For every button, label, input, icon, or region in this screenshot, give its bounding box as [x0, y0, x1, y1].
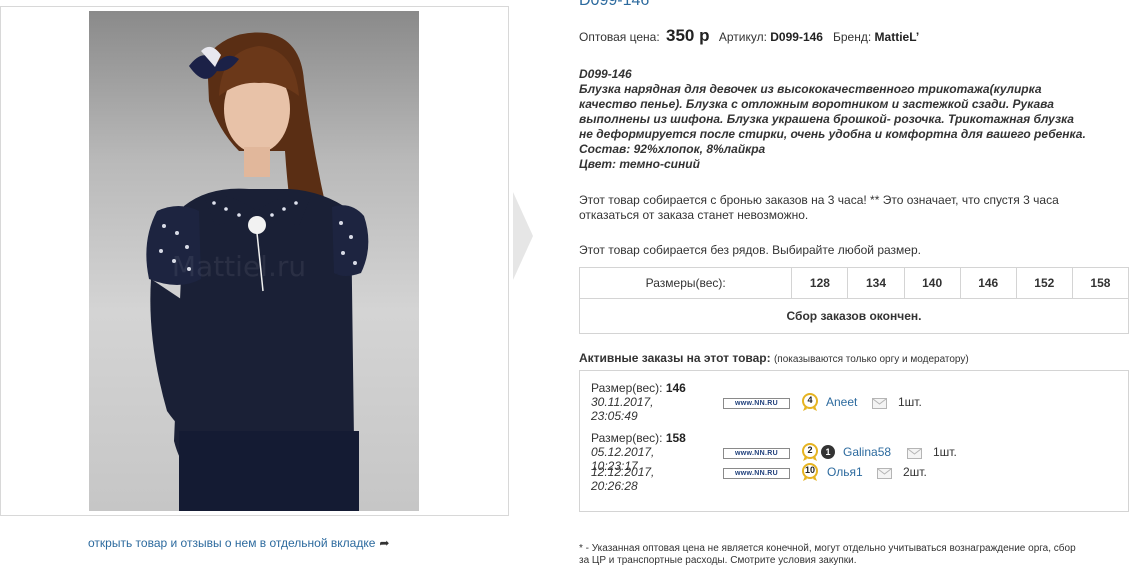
sizes-row: Размеры(вес): 128 134 140 146 152 158 [578, 267, 1130, 299]
order-date: 30.11.2017, 23:05:49 [591, 395, 654, 423]
order-group-size: Размер(вес): 158 [591, 431, 686, 445]
footnote-line: за ЦР и транспортные расходы. Смотрите у… [579, 555, 857, 566]
brand-label: Бренд: [833, 30, 872, 44]
article-value: D099-146 [770, 30, 823, 44]
order-group-size: Размер(вес): 146 [591, 381, 686, 395]
nn-ru-logo[interactable]: www.NN.RU [723, 398, 790, 409]
article-label: Артикул: [718, 30, 767, 44]
booking-note-line: отказаться от заказа станет невозможно. [579, 208, 809, 222]
medal-icon: 10 [801, 463, 819, 481]
arrow-right-icon: ➦ [379, 536, 390, 550]
order-quantity: 2шт. [903, 465, 927, 479]
size-cell[interactable]: 146 [959, 267, 1017, 299]
description-line: не деформируется после стирки, очень удо… [579, 127, 1086, 141]
order-quantity: 1шт. [898, 395, 922, 409]
girl-in-blouse-image: Mattiel.ru [146, 32, 369, 511]
sizes-label: Размеры(вес): [578, 267, 793, 299]
active-orders-title: Активные заказы на этот товар: [579, 351, 771, 365]
order-quantity: 1шт. [933, 445, 957, 459]
no-rows-note: Этот товар собирается без рядов. Выбирай… [579, 243, 921, 257]
product-meta-line: Оптовая цена: 350 р Артикул: D099-146 Бр… [579, 26, 919, 46]
user-link[interactable]: Aneet [826, 395, 857, 409]
active-orders-subtitle: (показываются только оргу и модератору) [773, 354, 969, 365]
nn-ru-logo[interactable]: www.NN.RU [723, 448, 790, 459]
size-value: 158 [665, 431, 686, 445]
price-value: 350 р [666, 26, 710, 45]
user-link[interactable]: Galina58 [843, 445, 891, 459]
description-line: Блузка нарядная для девочек из высококач… [579, 82, 1042, 96]
size-cell[interactable]: 140 [903, 267, 961, 299]
mail-icon[interactable] [907, 448, 922, 459]
order-row: 05.12.2017, 10:23:17 www.NN.RU 2 1 Galin… [591, 443, 957, 473]
mail-icon[interactable] [877, 468, 892, 479]
active-orders-heading: Активные заказы на этот товар: (показыва… [579, 351, 969, 365]
watermark-text: Mattiel.ru [172, 250, 306, 283]
booking-note: Этот товар собирается с бронью заказов н… [579, 193, 1131, 223]
sizes-table: Размеры(вес): 128 134 140 146 152 158 Сб… [578, 267, 1130, 334]
description-line: качество пенье). Блузка с отложным ворот… [579, 97, 1054, 111]
description-line: выполнены из шифона. Блузка украшена бро… [579, 112, 1074, 126]
medal-count: 2 [807, 445, 813, 455]
medal-count: 10 [804, 465, 815, 475]
order-group: Размер(вес): 146 30.11.2017, 23:05:49 ww… [591, 381, 922, 423]
size-cell[interactable]: 134 [847, 267, 905, 299]
product-title[interactable]: D099-146 [579, 0, 649, 10]
order-date: 12.12.2017, 20:26:28 [591, 465, 655, 493]
medal-icon: 4 [801, 393, 819, 411]
status-row: Сбор заказов окончен. [579, 298, 1129, 334]
description-color: Цвет: темно-синий [579, 157, 700, 171]
size-cell[interactable]: 128 [791, 267, 849, 299]
medal-count: 4 [807, 395, 813, 405]
description-code: D099-146 [579, 67, 632, 81]
footnote-line: * - Указанная оптовая цена не является к… [579, 543, 1076, 554]
medal-icon: 2 [801, 443, 819, 461]
size-label: Размер(вес): [591, 381, 663, 395]
open-in-new-tab-label: открыть товар и отзывы о нем в отдельной… [88, 536, 376, 550]
user-link[interactable]: Олья1 [827, 465, 863, 479]
brand-value: MattieL’ [874, 30, 920, 44]
active-orders-box: Размер(вес): 146 30.11.2017, 23:05:49 ww… [579, 370, 1129, 512]
product-description: D099-146 Блузка нарядная для девочек из … [579, 67, 1131, 172]
product-photo[interactable]: Mattiel.ru [89, 11, 419, 511]
description-composition: Состав: 92%хлопок, 8%лайкра [579, 142, 766, 156]
product-image-frame: Mattiel.ru [0, 6, 509, 516]
collection-status: Сбор заказов окончен. [579, 298, 1129, 334]
order-row: 30.11.2017, 23:05:49 www.NN.RU 4 Aneet 1… [591, 393, 922, 423]
size-value: 146 [665, 381, 686, 395]
order-row: 12.12.2017, 20:26:28 www.NN.RU 10 Олья1 … [591, 463, 927, 493]
nn-ru-logo[interactable]: www.NN.RU [723, 468, 790, 479]
next-image-arrow-icon[interactable] [511, 190, 535, 282]
size-cell[interactable]: 158 [1071, 267, 1130, 299]
rating-badge: 1 [821, 445, 835, 459]
size-label: Размер(вес): [591, 431, 663, 445]
open-in-new-tab-link[interactable]: открыть товар и отзывы о нем в отдельной… [88, 536, 389, 550]
booking-note-line: Этот товар собирается с бронью заказов н… [579, 193, 1059, 207]
mail-icon[interactable] [872, 398, 887, 409]
price-footnote: * - Указанная оптовая цена не является к… [579, 543, 1131, 567]
price-label: Оптовая цена: [579, 30, 660, 44]
order-group: Размер(вес): 158 05.12.2017, 10:23:17 ww… [591, 431, 957, 493]
size-cell[interactable]: 152 [1015, 267, 1073, 299]
